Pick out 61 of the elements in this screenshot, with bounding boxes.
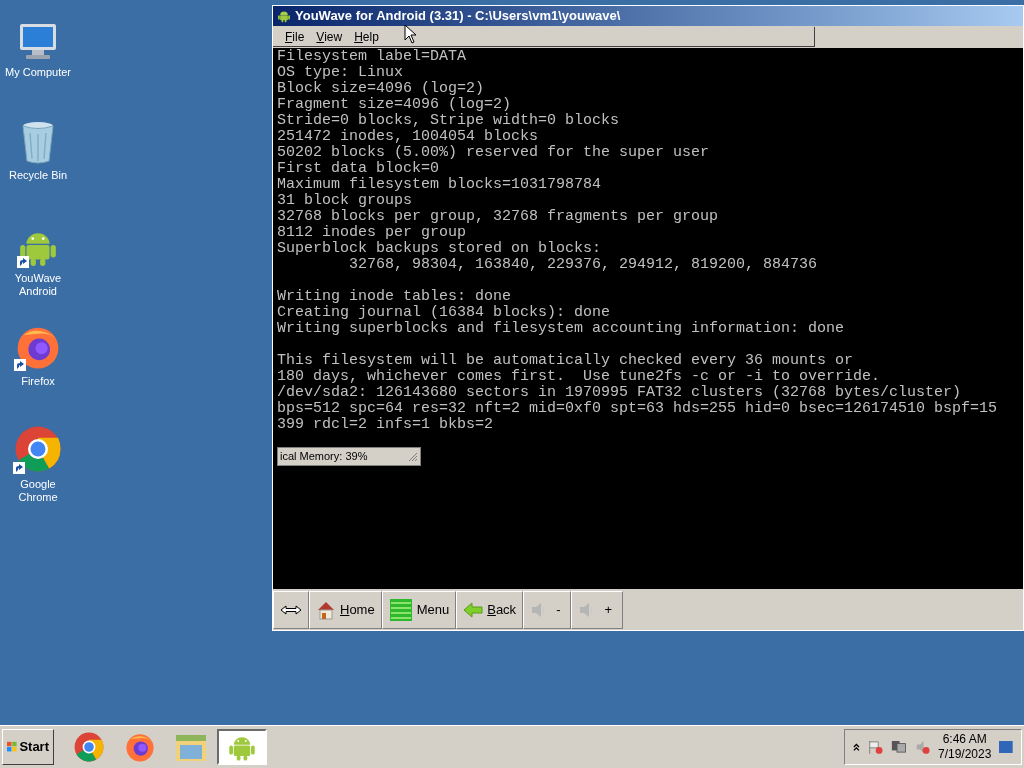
show-desktop-icon[interactable] <box>999 740 1013 754</box>
app-icon <box>277 9 291 23</box>
toolbar-button[interactable]: Menu <box>381 591 457 629</box>
menu-item[interactable]: File <box>281 27 309 46</box>
terminal-line: Creating journal (16384 blocks): done <box>277 305 611 321</box>
desktop-icon-label[interactable]: YouWave Android <box>3 272 73 298</box>
terminal-line: Writing superblocks and filesystem accounting information: done <box>277 321 845 337</box>
toolbar-button[interactable]: - <box>523 591 572 629</box>
start-button[interactable]: Start <box>2 729 54 765</box>
shortcut-arrow-icon <box>14 359 26 371</box>
back-arrow-icon <box>463 602 484 618</box>
terminal-line: First data block=0 <box>277 161 440 177</box>
terminal-line: Superblock backups stored on blocks: <box>277 241 602 257</box>
terminal-line: 32768, 98304, 163840, 229376, 294912, 819200, 884736 <box>348 257 818 273</box>
toolbar-button[interactable]: Back <box>456 591 524 629</box>
chrome-icon <box>73 731 105 763</box>
terminal-line: 31 block groups <box>277 193 413 209</box>
terminal-line: Maximum filesystem blocks=1031798784 <box>277 177 602 193</box>
shortcut-arrow-icon <box>17 256 29 268</box>
shortcut-arrow-icon <box>13 462 25 474</box>
list-icon <box>388 598 413 622</box>
terminal-line: bps=512 spc=64 res=32 nft=2 mid=0xf0 spt=63 hds=255 hid=0 bsec=126174510 bspf=15 <box>277 401 998 417</box>
terminal-line: OS type: Linux <box>277 65 404 81</box>
clock-time[interactable]: 6:46 AM <box>942 732 987 747</box>
terminal-line: Stride=0 blocks, Stripe width=0 blocks <box>277 113 620 129</box>
house-icon <box>316 600 336 620</box>
desktop-icon-label[interactable]: Firefox <box>3 375 73 388</box>
terminal-line: 251472 inodes, 1004054 blocks <box>277 129 539 145</box>
terminal-line: Fragment size=4096 (log=2) <box>277 97 512 113</box>
menu-item[interactable]: View <box>312 27 347 46</box>
terminal-line: Writing inode tables: done <box>277 289 512 305</box>
network-icon[interactable] <box>891 738 907 756</box>
terminal-line: Block size=4096 (log=2) <box>277 81 485 97</box>
toolbar-button[interactable] <box>273 591 309 629</box>
resize-grip-icon[interactable] <box>408 451 418 462</box>
window-title: YouWave for Android (3.31) - C:\Users\vm1\youwave\ <box>295 7 621 26</box>
taskbar-app-button[interactable] <box>217 729 267 765</box>
terminal-line: 32768 blocks per group, 32768 fragments per group <box>277 209 719 225</box>
firefox-icon <box>124 731 156 763</box>
terminal-line: 50202 blocks (5.00%) reserved for the super user <box>277 145 710 161</box>
chrome-icon <box>13 424 63 474</box>
menu-item[interactable]: Help <box>350 27 383 46</box>
terminal-line: 399 rdcl=2 infs=1 bkbs=2 <box>277 417 494 433</box>
terminal-line: This filesystem will be automatically checked every 36 mounts or <box>277 353 854 369</box>
terminal-line: 8112 inodes per group <box>277 225 467 241</box>
mouse-pointer-icon <box>404 24 417 44</box>
terminal-line: 180 days, whichever comes first. Use tune2fs -c or -i to override. <box>277 369 881 385</box>
flag-error-icon[interactable] <box>867 738 884 756</box>
terminal-line: Filesystem label=DATA <box>277 49 467 65</box>
desktop-icon-label[interactable]: My Computer <box>3 66 73 79</box>
clock-date[interactable]: 7/19/2023 <box>937 747 992 762</box>
toolbar-button[interactable]: + <box>571 591 624 629</box>
muted-speaker-icon[interactable] <box>914 738 930 756</box>
memory-text: ical Memory: 39% <box>280 449 368 465</box>
chevron-up-icon[interactable] <box>853 742 860 752</box>
desktop-icon-label[interactable]: Recycle Bin <box>3 169 73 182</box>
toolbar-button[interactable]: Home <box>309 591 382 629</box>
double-arrow-icon <box>280 605 302 615</box>
windows-logo-icon <box>7 740 18 754</box>
desktop-icon-label[interactable]: Google Chrome <box>3 478 73 504</box>
terminal-line: /dev/sda2: 126143680 sectors in 1970995 FAT32 clusters (32768 bytes/cluster) <box>277 385 962 401</box>
